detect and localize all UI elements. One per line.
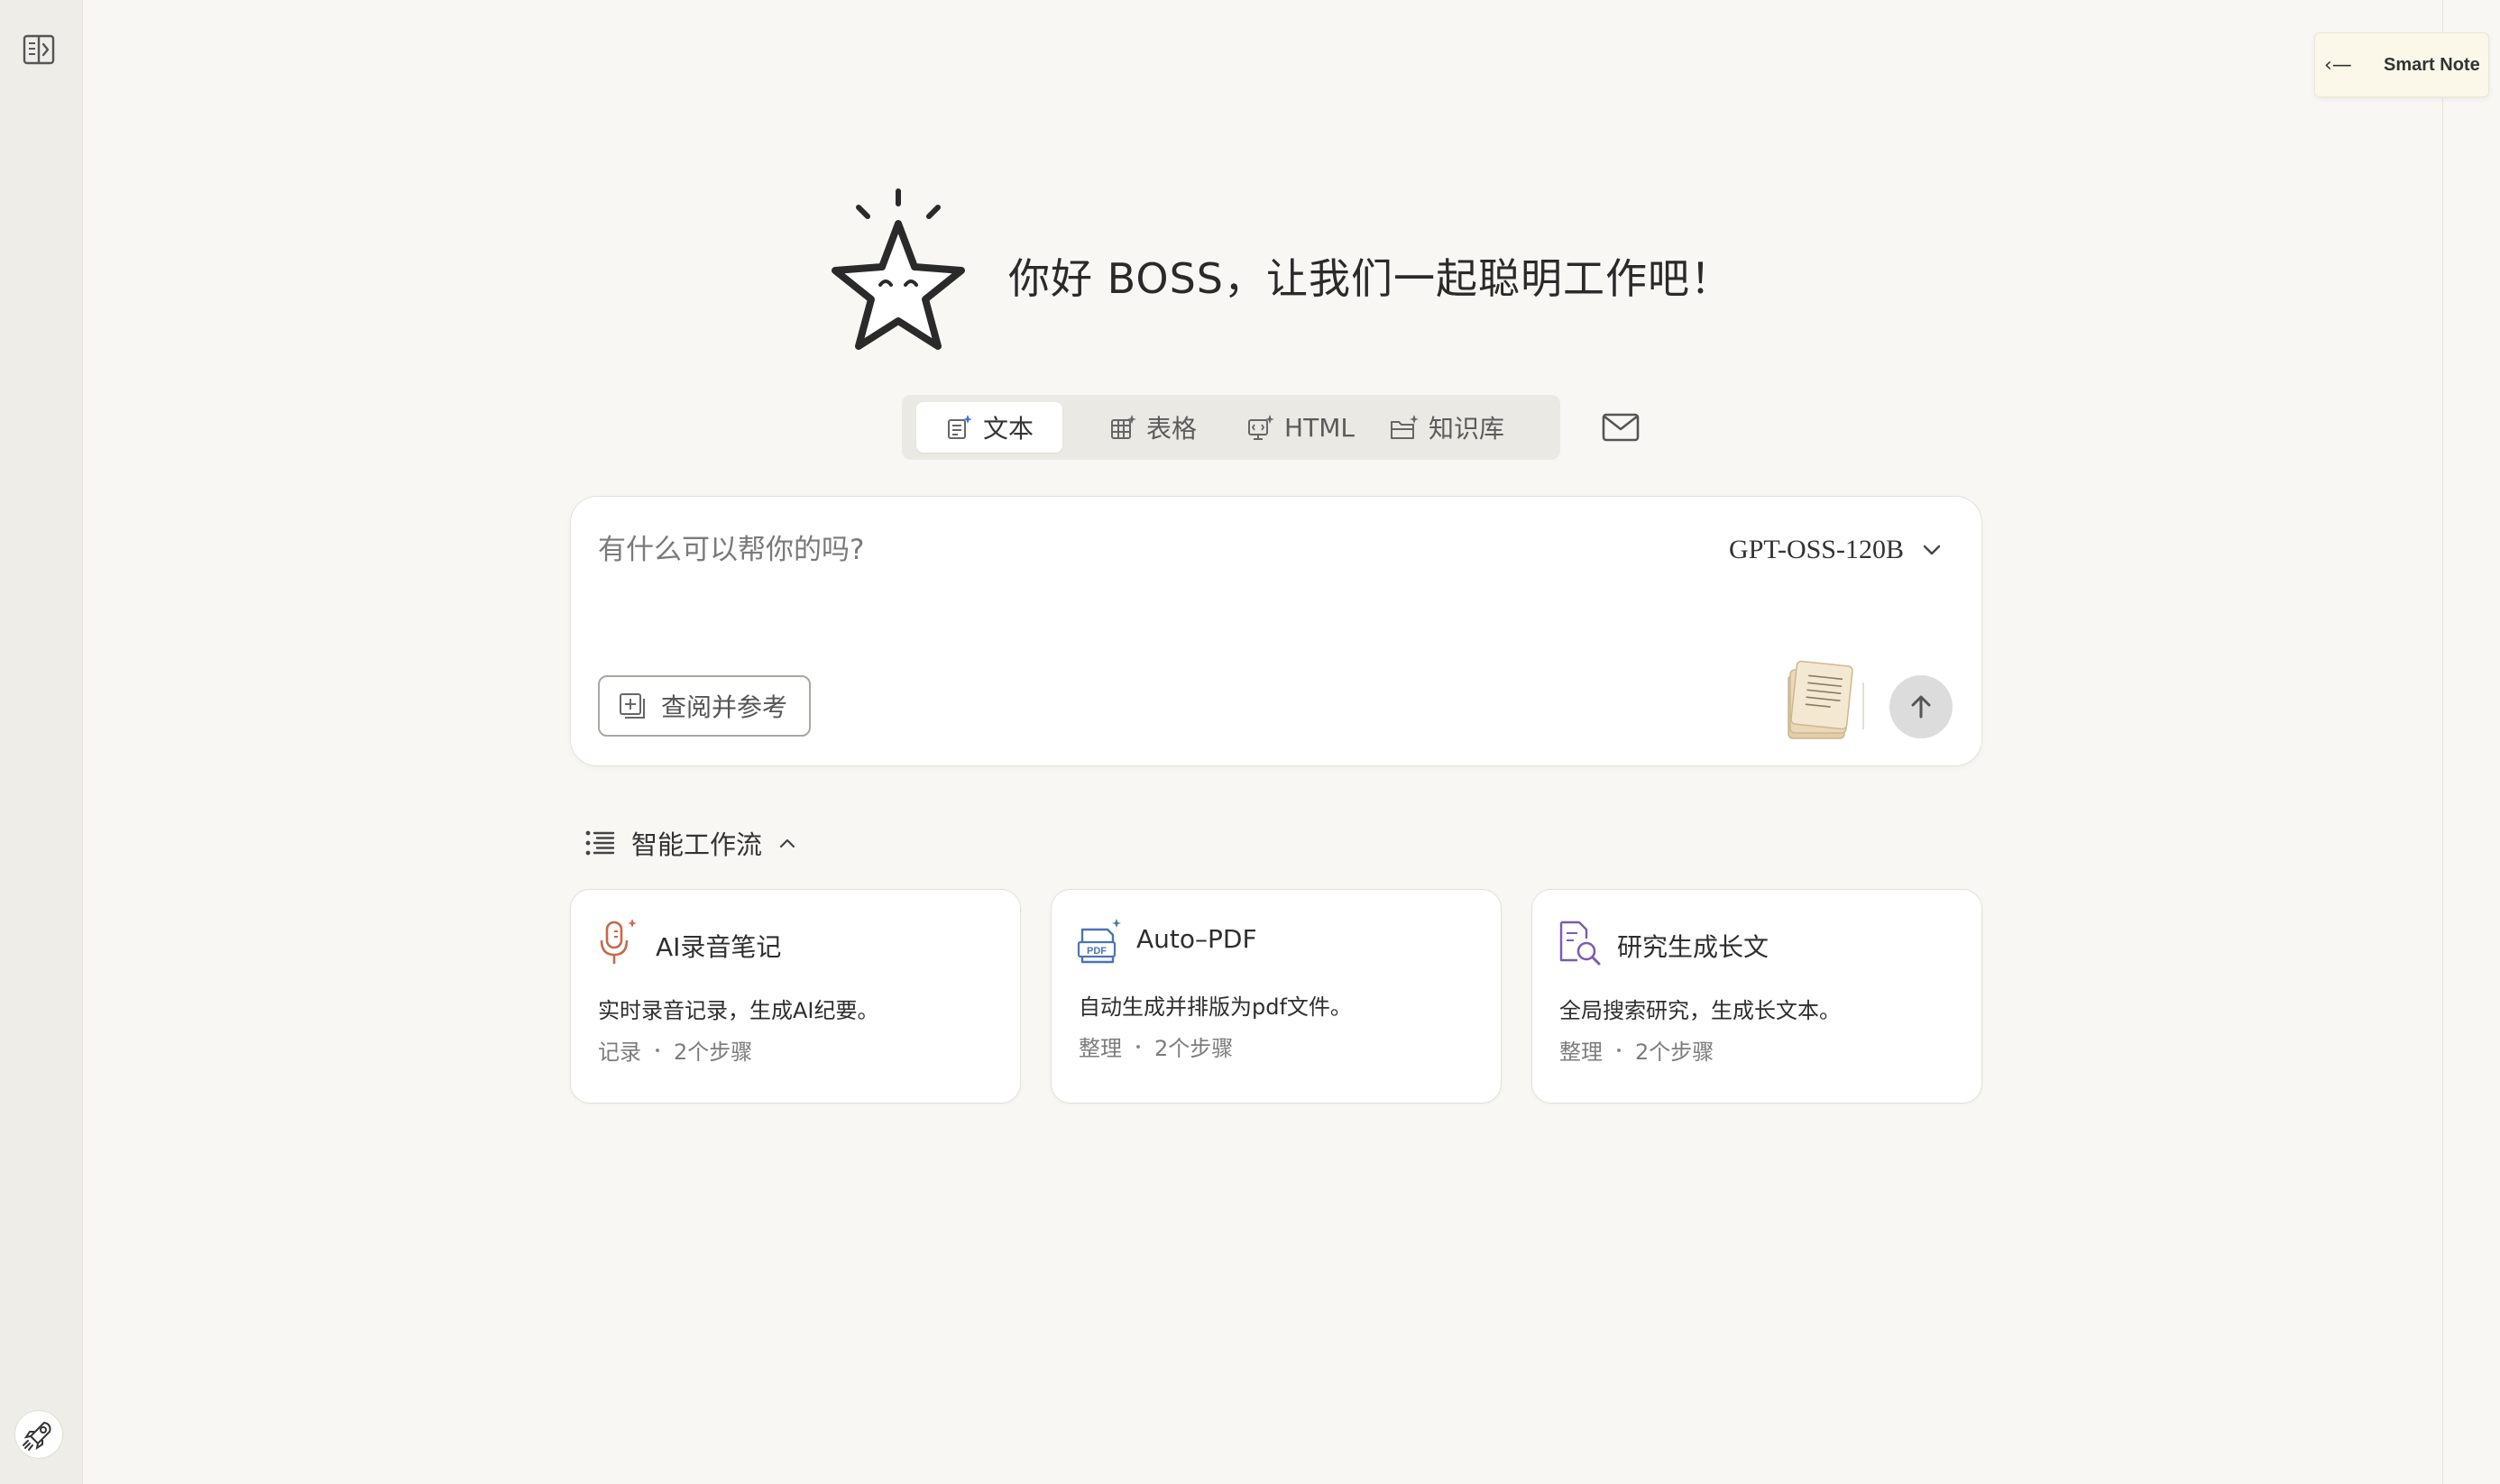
pdf-icon: PDF [1077,919,1121,964]
arrow-up-icon [1911,695,1931,719]
document-search-icon [1559,921,1601,966]
tab-knowledge-base[interactable]: 知识库 [1374,402,1519,453]
card-category: 记录 [598,1040,641,1065]
smart-note-label: Smart Note [2384,54,2480,75]
table-sparkle-icon [1110,415,1136,439]
card-description: 实时录音记录，生成AI纪要。 [598,998,879,1023]
reference-button[interactable]: 查阅并参考 [598,675,811,737]
tab-table[interactable]: 表格 [1080,402,1225,453]
html-sparkle-icon [1248,415,1275,440]
page-title: 你好 BOSS，让我们一起聪明工作吧！ [1008,254,1733,303]
left-rail [0,0,83,1484]
card-steps: 2个步骤 [1635,1040,1714,1065]
svg-text:PDF: PDF [1087,946,1107,957]
chevron-up-icon [779,838,795,848]
prompt-input[interactable] [598,527,1680,573]
right-edge-panel [2442,0,2500,1484]
text-sparkle-icon [947,415,972,439]
separator-dot [1136,1044,1140,1049]
tab-text-label: 文本 [982,414,1034,444]
separator-dot [656,1048,659,1052]
notes-stack-icon[interactable] [1781,659,1857,744]
workflow-card-research-longform[interactable]: 研究生成长文 全局搜索研究，生成长文本。 整理 2个步骤 [1531,889,1982,1104]
avatar[interactable] [14,1410,63,1459]
card-steps: 2个步骤 [674,1040,753,1065]
tab-table-label: 表格 [1145,414,1197,444]
chevron-down-icon [1923,545,1941,555]
smart-note-button[interactable]: ‹— Smart Note [2314,32,2489,97]
tab-text[interactable]: 文本 [916,402,1062,453]
model-selector[interactable]: GPT-OSS-120B [1729,529,1942,571]
separator-dot [1617,1048,1621,1052]
sidebar-toggle-icon[interactable] [20,31,58,69]
microphone-icon [600,919,637,964]
card-meta: 整理 2个步骤 [1079,1031,1233,1062]
card-meta: 记录 2个步骤 [598,1034,752,1066]
card-category: 整理 [1079,1036,1122,1061]
folder-sparkle-icon [1390,415,1419,439]
send-button[interactable] [1889,675,1953,738]
rocket-icon [23,1421,51,1451]
app-root: ‹— Smart Note 你好 BOSS，让我们一起聪明工作吧！ 文本 表格 … [0,0,2500,1484]
tab-knowledge-base-label: 知识库 [1428,414,1504,444]
star-mascot-icon [832,188,965,350]
workflow-card-auto-pdf[interactable]: PDF Auto–PDF 自动生成并排版为pdf文件。 整理 2个步骤 [1051,889,1502,1104]
workflow-title: 智能工作流 [631,829,763,860]
card-description: 自动生成并排版为pdf文件。 [1079,994,1352,1020]
card-title: AI录音笔记 [656,932,782,962]
workflow-header[interactable]: 智能工作流 [584,820,796,866]
card-description: 全局搜索研究，生成长文本。 [1559,998,1841,1023]
hero: 你好 BOSS，让我们一起聪明工作吧！ [824,186,1733,366]
card-meta: 整理 2个步骤 [1559,1034,1714,1066]
card-title: Auto–PDF [1136,924,1257,954]
collapse-arrow-icon: ‹— [2324,53,2352,77]
tab-html[interactable]: HTML [1237,402,1364,453]
divider [1862,682,1864,729]
workflow-card-ai-recording[interactable]: AI录音笔记 实时录音记录，生成AI纪要。 记录 2个步骤 [570,889,1021,1104]
mode-tabs: 文本 表格 HTML 知识库 [902,395,1560,460]
mail-icon[interactable] [1600,409,1641,445]
model-selector-value: GPT-OSS-120B [1729,535,1904,564]
card-steps: 2个步骤 [1154,1036,1234,1061]
composer: GPT-OSS-120B 查阅并参考 [570,496,1982,766]
add-reference-icon [620,693,645,719]
card-title: 研究生成长文 [1617,932,1769,962]
list-icon [585,830,615,856]
tab-html-label: HTML [1284,412,1355,443]
reference-button-label: 查阅并参考 [661,692,788,722]
card-category: 整理 [1559,1040,1603,1065]
